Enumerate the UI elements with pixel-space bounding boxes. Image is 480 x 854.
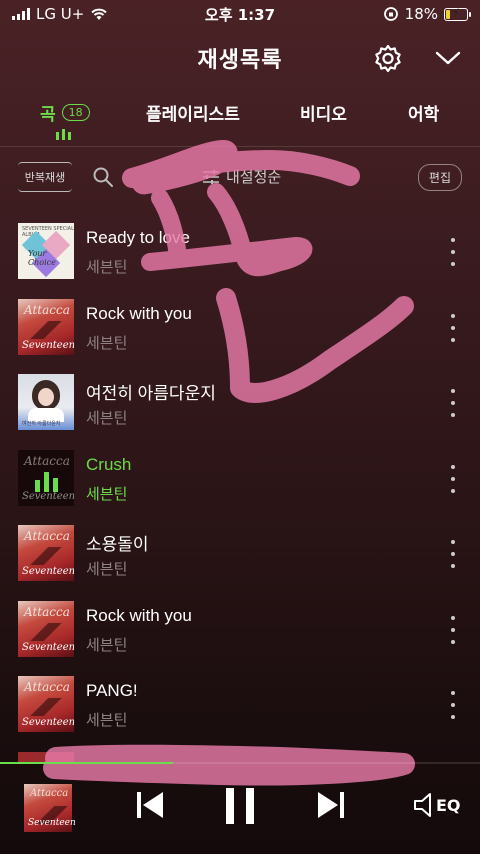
tab-songs[interactable]: 곡 18 xyxy=(40,100,90,125)
song-list-item[interactable]: Attacca Seventeen Rock with you 세븐틴 xyxy=(0,296,480,372)
song-artist: 세븐틴 xyxy=(86,711,128,729)
sort-label: 내설정순 xyxy=(226,168,282,186)
search-button[interactable] xyxy=(92,166,114,188)
header: 재생목록 xyxy=(0,36,480,80)
progress-bar[interactable] xyxy=(0,762,480,764)
album-art: 여전히 아름다운지 xyxy=(18,374,74,430)
speaker-icon xyxy=(414,793,431,817)
tab-playlist[interactable]: 플레이리스트 xyxy=(146,100,240,125)
progress-fill xyxy=(0,762,173,764)
more-options-button[interactable] xyxy=(446,313,460,342)
sort-icon xyxy=(203,169,219,184)
partial-list-item xyxy=(18,752,74,762)
album-art: Attacca Seventeen xyxy=(18,600,74,657)
album-art-text: Seventeen xyxy=(22,641,74,653)
edit-button[interactable]: 편집 xyxy=(417,164,462,191)
album-art-text: Seventeen xyxy=(22,339,74,351)
song-artist: 세븐틴 xyxy=(86,635,128,654)
song-artist: 세븐틴 xyxy=(86,560,128,578)
song-artist: 세븐틴 xyxy=(86,484,128,503)
more-vertical-icon xyxy=(451,238,455,266)
tab-study[interactable]: 어학 xyxy=(408,100,439,125)
more-options-button[interactable] xyxy=(446,691,460,719)
album-art: Attacca Seventeen xyxy=(18,525,74,581)
song-list-item[interactable]: SEVENTEEN SPECIAL ALBUM Your Choice Read… xyxy=(0,220,480,296)
sort-button[interactable]: 내설정순 xyxy=(202,166,281,187)
song-artist: 세븐틴 xyxy=(86,258,128,276)
skip-next-icon xyxy=(318,792,344,818)
song-list-item[interactable]: 여전히 아름다운지 여전히 아름다운지 세븐틴 xyxy=(0,371,480,447)
more-vertical-icon xyxy=(451,691,455,719)
tab-bar: 곡 18 플레이리스트 비디오 어학 xyxy=(0,96,480,144)
song-title: Rock with you xyxy=(86,605,192,625)
song-list-item[interactable]: Attacca Seventeen Rock with you 세븐틴 xyxy=(0,598,480,674)
pause-icon xyxy=(226,788,254,824)
song-title: Ready to love xyxy=(86,228,190,247)
status-bar: LG U+ 오후 1:37 18% ⚡ xyxy=(0,0,480,30)
more-options-button[interactable] xyxy=(446,464,460,493)
song-list: SEVENTEEN SPECIAL ALBUM Your Choice Read… xyxy=(0,220,480,749)
album-art-text: Seventeen xyxy=(22,717,74,728)
album-art-text: Attacca xyxy=(24,302,70,317)
song-title: 소용돌이 xyxy=(86,535,149,554)
active-tab-indicator xyxy=(56,129,71,140)
list-toolbar: 반복재생 내설정순 편집 xyxy=(0,160,480,194)
album-art: Attacca Seventeen xyxy=(18,298,74,355)
more-vertical-icon xyxy=(451,464,455,493)
album-art: SEVENTEEN SPECIAL ALBUM Your Choice xyxy=(18,223,74,279)
song-count-badge: 18 xyxy=(61,104,90,121)
song-artist: 세븐틴 xyxy=(86,333,128,352)
song-list-item[interactable]: Attacca Seventeen 소용돌이 세븐틴 xyxy=(0,522,480,598)
album-art-text: 여전히 아름다운지 xyxy=(22,421,61,427)
divider xyxy=(0,146,480,147)
song-title: 여전히 아름다운지 xyxy=(86,384,216,403)
album-art-text: Seventeen xyxy=(28,818,76,828)
more-vertical-icon xyxy=(451,389,455,417)
song-list-item[interactable]: Attacca Seventeen PANG! 세븐틴 xyxy=(0,673,480,749)
orientation-lock-icon xyxy=(383,7,398,21)
search-icon xyxy=(93,167,113,187)
now-playing-equalizer-icon xyxy=(18,449,74,506)
album-art-text: Seventeen xyxy=(22,566,74,577)
tab-songs-label: 곡 xyxy=(40,105,56,125)
battery-percent: 18% xyxy=(404,5,438,23)
song-list-item[interactable]: Attacca Seventeen Crush 세븐틴 xyxy=(0,447,480,523)
album-art: Attacca Seventeen xyxy=(18,449,74,506)
repeat-button[interactable]: 반복재생 xyxy=(18,162,72,192)
album-art-text: Attacca xyxy=(30,788,69,799)
battery-icon: ⚡ xyxy=(444,6,471,21)
song-artist: 세븐틴 xyxy=(86,409,128,427)
now-playing-album-art[interactable]: Attacca Seventeen xyxy=(24,784,80,832)
eq-label: EQ xyxy=(436,795,461,815)
album-art-text: Your Choice xyxy=(28,249,56,267)
album-art-text: Attacca xyxy=(24,529,70,543)
more-options-button[interactable] xyxy=(446,389,460,417)
more-options-button[interactable] xyxy=(446,540,460,568)
album-art-text: Attacca xyxy=(24,604,70,619)
page-title: 재생목록 xyxy=(197,48,283,73)
more-options-button[interactable] xyxy=(446,238,460,266)
more-vertical-icon xyxy=(451,615,455,644)
tab-video[interactable]: 비디오 xyxy=(300,100,347,125)
mini-player: Attacca Seventeen EQ xyxy=(0,770,480,854)
settings-button[interactable] xyxy=(372,42,404,74)
song-title: PANG! xyxy=(86,681,138,700)
gear-icon xyxy=(375,44,401,73)
more-vertical-icon xyxy=(451,540,455,568)
album-art-text: Attacca xyxy=(24,680,70,694)
more-options-button[interactable] xyxy=(446,615,460,644)
song-title: Crush xyxy=(86,454,132,474)
collapse-button[interactable] xyxy=(432,42,464,74)
pause-button[interactable] xyxy=(222,786,258,826)
eq-button[interactable]: EQ xyxy=(412,792,461,818)
song-title: Rock with you xyxy=(86,303,192,323)
chevron-down-icon xyxy=(435,51,461,65)
next-button[interactable] xyxy=(314,788,348,822)
more-vertical-icon xyxy=(451,313,455,342)
album-art: Attacca Seventeen xyxy=(18,676,74,732)
previous-button[interactable] xyxy=(133,788,167,822)
skip-previous-icon xyxy=(137,792,163,818)
